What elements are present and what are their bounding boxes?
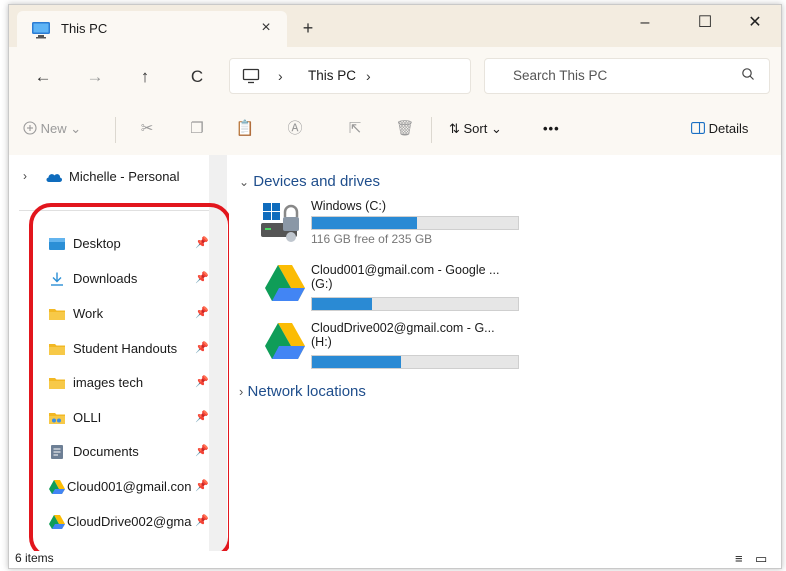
- drive-letter: (G:): [311, 277, 333, 291]
- content-pane: ⌄ Devices and drives Windows (C:) 116 GB…: [229, 155, 781, 551]
- chevron-right-icon: ›: [239, 384, 244, 399]
- divider: [431, 117, 432, 143]
- sidebar-item-onedrive[interactable]: › Michelle - Personal: [23, 167, 213, 189]
- tiles-view-icon[interactable]: ▭: [755, 551, 767, 567]
- usage-fill: [312, 217, 418, 229]
- search-placeholder: Search This PC: [513, 68, 608, 83]
- drive-usage-bar: [311, 355, 519, 369]
- details-pane-icon: [691, 122, 705, 134]
- drive-name: Cloud001@gmail.com - Google ...: [311, 263, 500, 277]
- minimize-button[interactable]: –: [625, 11, 665, 35]
- windows-drive-icon: [261, 201, 305, 248]
- delete-icon[interactable]: 🗑: [395, 119, 415, 139]
- drive-free-space: 116 GB free of 235 GB: [311, 232, 433, 246]
- group-devices-and-drives[interactable]: ⌄ Devices and drives: [239, 173, 380, 190]
- refresh-button[interactable]: C: [185, 65, 209, 89]
- drive-usage-bar: [311, 216, 519, 230]
- drive-google-g[interactable]: Cloud001@gmail.com - Google ... (G:): [261, 263, 521, 313]
- cut-icon[interactable]: ✂: [137, 119, 157, 139]
- sidebar-item-label: Michelle - Personal: [69, 169, 180, 184]
- drive-usage-bar: [311, 297, 519, 311]
- breadcrumb-separator: ›: [278, 68, 283, 84]
- chevron-right-icon[interactable]: ›: [23, 169, 27, 183]
- red-highlight-annotation: [29, 203, 232, 559]
- usage-fill: [312, 298, 372, 310]
- share-icon[interactable]: ⇱: [345, 119, 365, 139]
- address-row: ← → ↑ C › This PC › Search This PC: [9, 47, 781, 105]
- rename-icon[interactable]: Ⓐ: [285, 119, 305, 139]
- this-pc-icon: [31, 21, 51, 42]
- close-window-button[interactable]: ✕: [735, 11, 775, 35]
- breadcrumb-chevron[interactable]: ›: [366, 68, 371, 84]
- item-count: 6 items: [15, 551, 54, 565]
- forward-button[interactable]: →: [83, 65, 107, 89]
- copy-icon[interactable]: ❐: [187, 119, 207, 139]
- status-bar: 6 items ≡ ▭: [9, 551, 781, 568]
- new-tab-button[interactable]: +: [297, 17, 319, 39]
- up-button[interactable]: ↑: [133, 65, 157, 89]
- drive-google-h[interactable]: CloudDrive002@gmail.com - G... (H:): [261, 321, 521, 371]
- drive-letter: (H:): [311, 335, 332, 349]
- address-bar[interactable]: › This PC ›: [229, 58, 471, 94]
- paste-icon[interactable]: 📋: [235, 119, 255, 139]
- plus-circle-icon: [23, 121, 37, 135]
- breadcrumb-this-pc[interactable]: This PC: [308, 68, 356, 83]
- monitor-icon: [242, 68, 260, 87]
- file-explorer-window: This PC × + – ☐ ✕ ← → ↑ C › This PC › Se…: [8, 4, 782, 569]
- command-bar: New ⌄ ✂ ❐ 📋 Ⓐ ⇱ 🗑 ⇅ Sort ⌄ ••• Details: [9, 105, 781, 156]
- group-network-locations[interactable]: › Network locations: [239, 383, 366, 400]
- back-button[interactable]: ←: [31, 65, 55, 89]
- search-icon[interactable]: [741, 67, 755, 84]
- tab-close-button[interactable]: ×: [255, 17, 277, 39]
- details-button[interactable]: Details: [691, 121, 748, 136]
- title-bar: This PC × + – ☐ ✕: [9, 5, 781, 47]
- google-drive-icon: [265, 323, 305, 362]
- drive-name: Windows (C:): [311, 199, 387, 213]
- drive-name: CloudDrive002@gmail.com - G...: [311, 321, 495, 335]
- search-input[interactable]: Search This PC: [484, 58, 770, 94]
- more-options-button[interactable]: •••: [543, 121, 560, 136]
- maximize-button[interactable]: ☐: [685, 11, 725, 35]
- tab-this-pc[interactable]: This PC ×: [17, 11, 287, 47]
- onedrive-cloud-icon: [45, 171, 63, 186]
- chevron-down-icon: ⌄: [239, 175, 250, 189]
- new-button[interactable]: New ⌄: [23, 121, 81, 137]
- google-drive-icon: [265, 265, 305, 304]
- details-view-icon[interactable]: ≡: [735, 551, 743, 566]
- divider: [115, 117, 116, 143]
- tab-title: This PC: [61, 21, 108, 36]
- usage-fill: [312, 356, 401, 368]
- sort-button[interactable]: ⇅ Sort ⌄: [449, 121, 502, 137]
- drive-windows-c[interactable]: Windows (C:) 116 GB free of 235 GB: [261, 199, 521, 249]
